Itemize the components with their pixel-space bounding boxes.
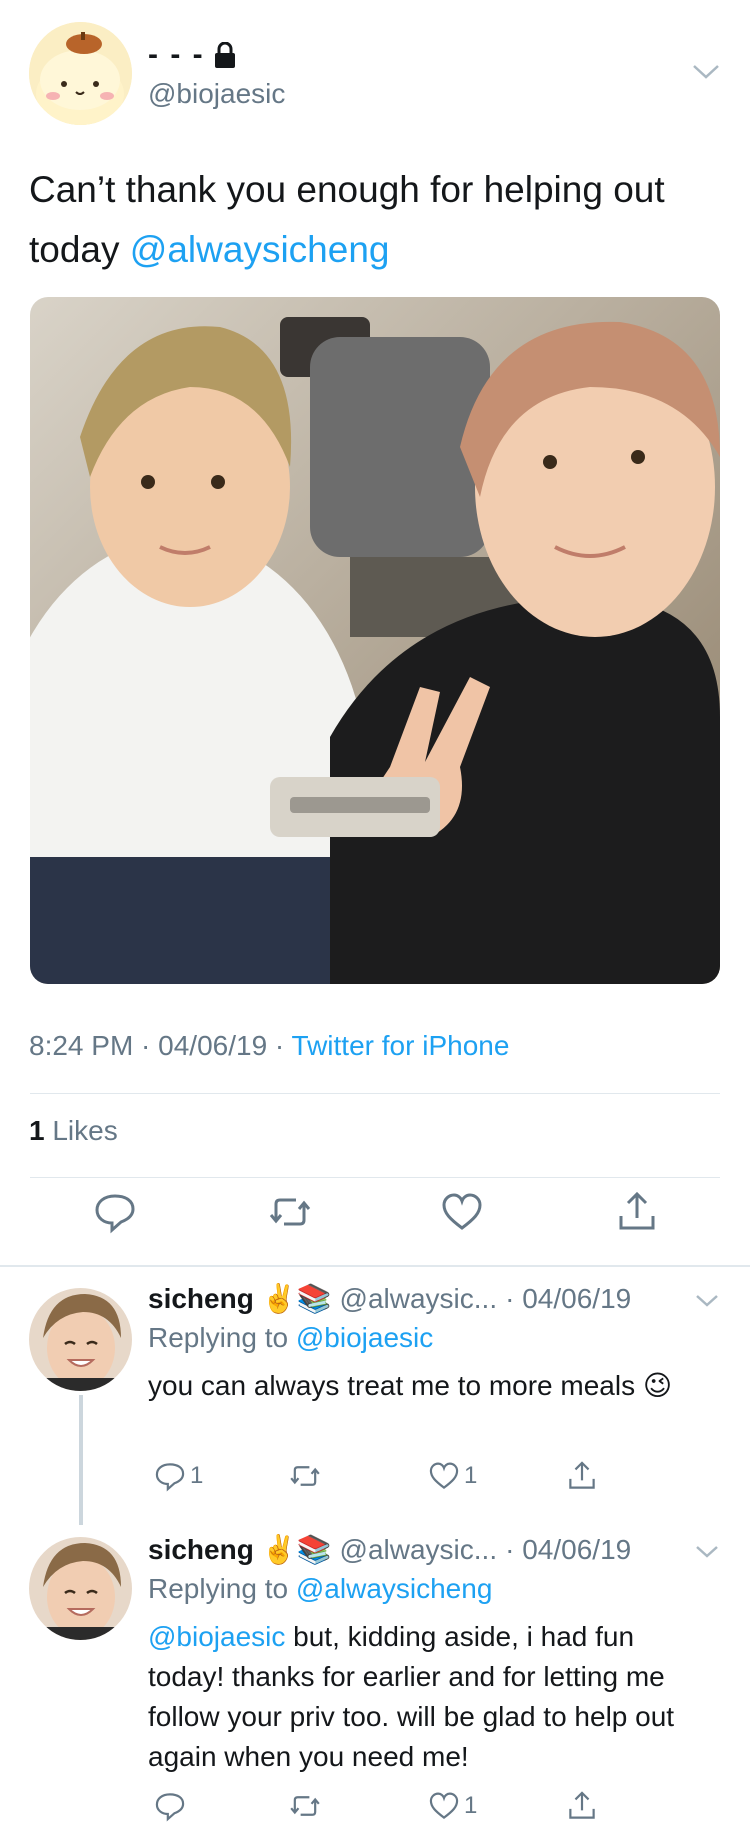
reply-avatar[interactable] — [29, 1288, 132, 1391]
user-avatar[interactable] — [29, 22, 132, 125]
like-button[interactable]: 1 — [428, 1790, 477, 1822]
reply-author-handle[interactable]: @alwaysic... — [340, 1534, 498, 1566]
reply-author-emojis: ✌️📚 — [261, 1283, 332, 1314]
chevron-down-icon[interactable] — [695, 1292, 719, 1310]
reply-button[interactable] — [154, 1790, 190, 1822]
reply-author-emojis: ✌️📚 — [261, 1534, 332, 1565]
replying-to-label: Replying to — [148, 1322, 296, 1353]
reply-text: @biojaesic but, kidding aside, i had fun… — [148, 1617, 708, 1777]
likes-count[interactable]: 1 Likes — [29, 1115, 118, 1147]
tweet-mention-link[interactable]: @alwaysicheng — [130, 229, 390, 270]
retweet-icon — [288, 1460, 322, 1492]
replying-to: Replying to @biojaesic — [148, 1322, 433, 1354]
likes-label: Likes — [44, 1115, 118, 1146]
reply-date: · 04/06/19 — [505, 1533, 632, 1565]
retweet-icon — [288, 1790, 322, 1822]
share-icon[interactable] — [615, 1190, 659, 1234]
divider — [30, 1177, 720, 1178]
reply-author-handle[interactable]: @alwaysic... — [340, 1283, 498, 1315]
tweet-photo[interactable] — [30, 297, 720, 984]
display-name[interactable]: - - - — [148, 38, 237, 72]
retweet-icon[interactable] — [268, 1190, 312, 1234]
tweet-text: Can’t thank you enough for helping out t… — [29, 160, 729, 280]
like-button[interactable]: 1 — [428, 1460, 477, 1492]
chevron-down-icon[interactable] — [692, 62, 720, 82]
reply-icon — [154, 1460, 186, 1492]
reply-button[interactable]: 1 — [154, 1460, 203, 1492]
share-button[interactable] — [566, 1790, 598, 1822]
reply-count: 1 — [190, 1462, 204, 1489]
share-button[interactable] — [566, 1460, 598, 1492]
section-divider — [0, 1265, 750, 1267]
reply-text-body: you can always treat me to more meals 😉 — [148, 1370, 673, 1401]
reply-date: · 04/06/19 — [505, 1282, 632, 1314]
tweet-action-bar — [0, 1190, 750, 1240]
display-name-text: - - - — [148, 38, 205, 71]
retweet-button[interactable] — [288, 1790, 326, 1822]
like-icon — [428, 1460, 460, 1492]
reply-header: sicheng ✌️📚 @alwaysic... · 04/06/19 — [148, 1533, 708, 1566]
chevron-down-icon[interactable] — [695, 1543, 719, 1561]
reply-action-bar: 1 1 — [148, 1460, 608, 1500]
reply-icon — [154, 1790, 186, 1822]
replying-to: Replying to @alwaysicheng — [148, 1573, 492, 1605]
reply-mention-link[interactable]: @biojaesic — [148, 1621, 285, 1652]
reply-icon[interactable] — [93, 1190, 137, 1234]
like-icon — [428, 1790, 460, 1822]
tweet-source-link[interactable]: Twitter for iPhone — [292, 1030, 510, 1061]
like-count: 1 — [464, 1792, 478, 1819]
divider — [30, 1093, 720, 1094]
likes-number: 1 — [29, 1115, 45, 1146]
lock-icon — [213, 42, 237, 68]
reply-header: sicheng ✌️📚 @alwaysic... · 04/06/19 — [148, 1282, 708, 1315]
share-icon — [566, 1790, 598, 1822]
thread-line — [79, 1395, 83, 1525]
share-icon — [566, 1460, 598, 1492]
tweet-meta: 8:24 PM · 04/06/19 · Twitter for iPhone — [29, 1030, 509, 1062]
tweet-timestamp: 8:24 PM · 04/06/19 · — [29, 1030, 292, 1061]
replying-to-label: Replying to — [148, 1573, 296, 1604]
reply-action-bar: 1 — [148, 1790, 608, 1830]
replying-to-link[interactable]: @biojaesic — [296, 1322, 433, 1353]
reply-author-name[interactable]: sicheng — [148, 1534, 254, 1566]
reply-text: you can always treat me to more meals 😉 — [148, 1366, 708, 1406]
reply-avatar[interactable] — [29, 1537, 132, 1640]
like-icon[interactable] — [440, 1190, 484, 1234]
replying-to-link[interactable]: @alwaysicheng — [296, 1573, 493, 1604]
retweet-button[interactable] — [288, 1460, 326, 1492]
user-handle[interactable]: @biojaesic — [148, 78, 285, 110]
like-count: 1 — [464, 1462, 478, 1489]
reply-author-name[interactable]: sicheng — [148, 1283, 254, 1315]
